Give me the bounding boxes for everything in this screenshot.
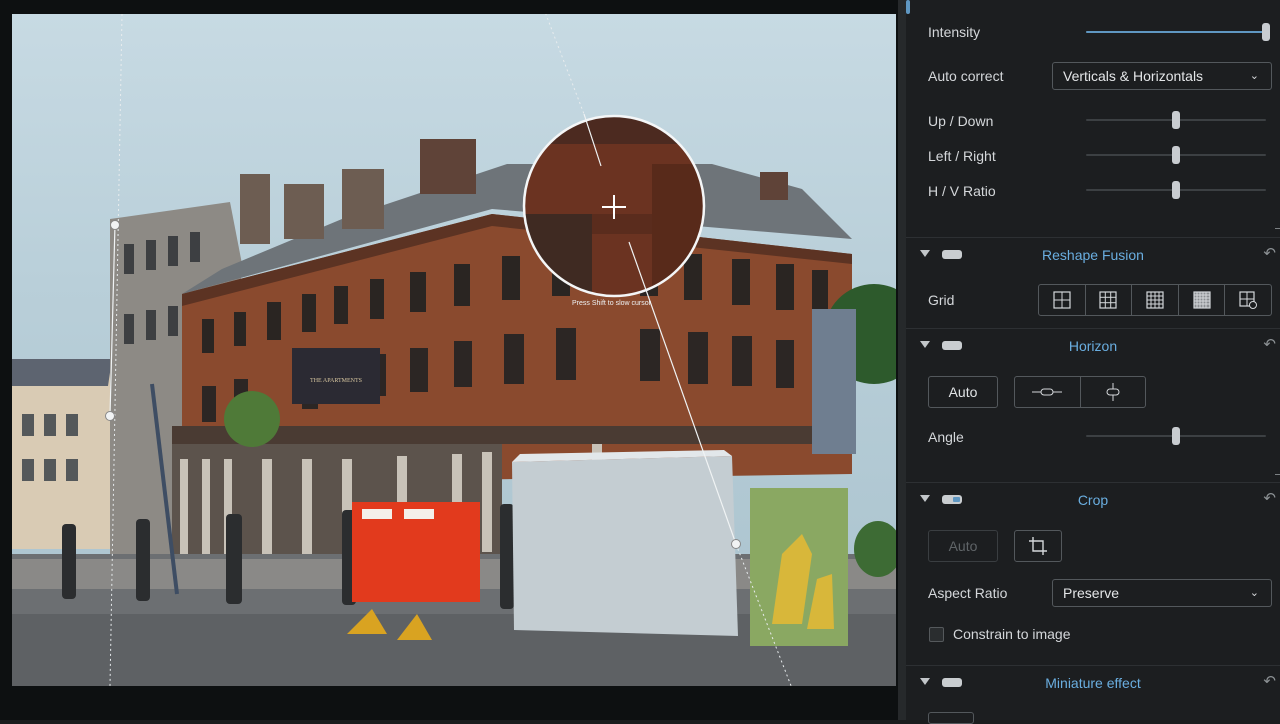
guide-handle-right[interactable] [731,539,741,549]
auto-correct-value: Verticals & Horizontals [1063,68,1204,84]
chevron-down-icon: ⌄ [1249,70,1259,82]
left-right-label: Left / Right [928,148,996,164]
grid-3x3-icon[interactable] [1084,285,1132,315]
auto-correct-label: Auto correct [928,68,1004,84]
reset-icon[interactable]: ↶ [1263,489,1276,507]
reshape-fusion-header[interactable]: Reshape Fusion ↶ [906,237,1280,272]
up-down-label: Up / Down [928,113,994,129]
crop-header[interactable]: Crop ↶ [906,482,1280,517]
guide-handle-top[interactable] [110,220,120,230]
aspect-ratio-value: Preserve [1063,585,1120,601]
reset-icon[interactable]: ↶ [1263,672,1276,690]
photo-viewport[interactable]: THE APARTMENTS Press Shift to slow curso… [0,0,898,720]
grid-custom-icon[interactable] [1224,285,1271,315]
panel-scroll-thumb[interactable] [906,0,910,14]
reset-icon[interactable]: ↶ [1263,244,1276,262]
grid-2x2-icon[interactable] [1039,285,1085,315]
grid-4x4-icon[interactable] [1131,285,1178,315]
constrain-label: Constrain to image [953,626,1071,642]
section-end-mark [1275,474,1280,475]
hv-ratio-label: H / V Ratio [928,183,996,199]
hv-ratio-slider[interactable] [1086,181,1266,199]
miniature-partial-button[interactable] [928,712,974,724]
reset-icon[interactable]: ↶ [1263,335,1276,353]
intensity-slider-thumb[interactable] [1262,23,1270,41]
aspect-ratio-dropdown[interactable]: Preserve ⌄ [1052,579,1272,607]
crop-title: Crop [1077,492,1109,508]
grid-label: Grid [928,292,955,308]
miniature-title: Miniature effect [1045,675,1141,691]
section-end-mark [1275,228,1280,229]
panel-scroll-track[interactable] [898,0,906,720]
angle-slider[interactable] [1086,427,1266,445]
left-right-slider-thumb[interactable] [1172,146,1180,164]
auto-correct-dropdown[interactable]: Verticals & Horizontals ⌄ [1052,62,1272,90]
tree [224,391,280,447]
left-building-roof [12,359,112,386]
aspect-ratio-label: Aspect Ratio [928,585,1008,601]
horizon-auto-button[interactable]: Auto [928,376,998,408]
horizon-title: Horizon [1068,338,1118,354]
apartments-sign [292,348,380,404]
grid-selector[interactable] [1038,284,1272,316]
sign-text: THE APARTMENTS [310,378,362,384]
angle-slider-thumb[interactable] [1172,427,1180,445]
up-down-slider[interactable] [1086,111,1266,129]
utility-box [512,456,738,636]
road-sign [812,309,856,454]
miniature-header[interactable]: Miniature effect ↶ [906,665,1280,700]
horizon-header[interactable]: Horizon ↶ [906,328,1280,363]
guide-handle-bottom[interactable] [105,411,115,421]
crop-icon [1029,537,1047,555]
photo-canvas[interactable]: THE APARTMENTS Press Shift to slow curso… [12,14,896,686]
grid-dense-icon[interactable] [1177,285,1225,315]
up-down-slider-thumb[interactable] [1172,111,1180,129]
intensity-label: Intensity [928,24,981,40]
horizontal-level-icon[interactable] [1015,377,1080,407]
chevron-down-icon: ⌄ [1249,587,1259,599]
intensity-slider[interactable] [1086,23,1270,41]
photo-image: THE APARTMENTS [12,14,896,686]
loupe-hint: Press Shift to slow cursor [572,300,651,307]
crop-auto-button[interactable]: Auto [928,530,998,562]
crop-tool-button[interactable] [1014,530,1062,562]
left-building [12,359,112,549]
hv-ratio-slider-thumb[interactable] [1172,181,1180,199]
vertical-level-icon[interactable] [1079,377,1146,407]
left-right-slider[interactable] [1086,146,1266,164]
constrain-checkbox[interactable] [929,627,944,642]
reshape-fusion-title: Reshape Fusion [1042,247,1144,263]
horizon-tools[interactable] [1014,376,1146,408]
angle-label: Angle [928,429,964,445]
settings-panel: Intensity Auto correct Verticals & Horiz… [898,0,1280,724]
